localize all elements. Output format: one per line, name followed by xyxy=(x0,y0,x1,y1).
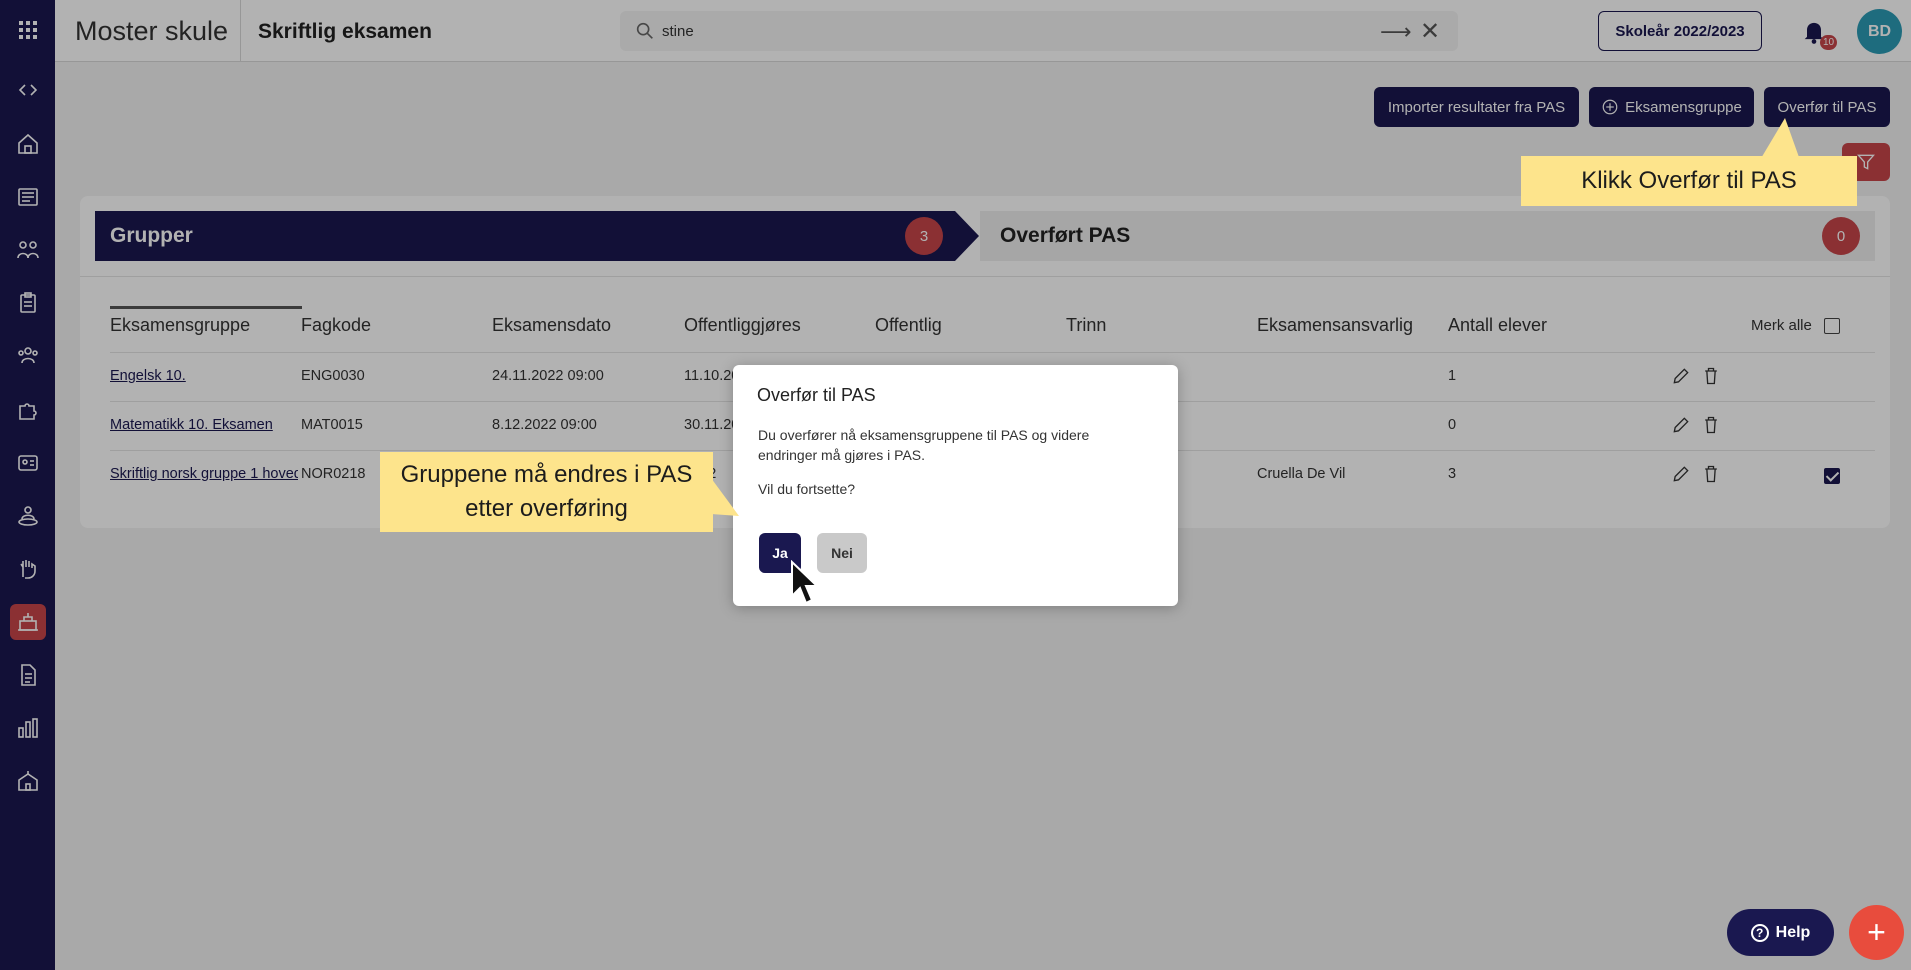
callout-tail xyxy=(711,478,739,516)
no-button[interactable]: Nei xyxy=(817,533,867,573)
dialog-question: Vil du fortsette? xyxy=(758,481,856,497)
add-button[interactable]: + xyxy=(1849,905,1904,960)
dialog-message: Du overfører nå eksamensgruppene til PAS… xyxy=(758,427,1090,463)
mouse-cursor-icon xyxy=(791,560,820,605)
callout-groups-hint-line2: etter overføring xyxy=(465,495,628,522)
question-icon: ? xyxy=(1750,923,1769,942)
callout-transfer-hint: Klikk Overfør til PAS xyxy=(1521,156,1857,206)
callout-groups-hint-line1: Gruppene må endres i PAS xyxy=(400,461,693,488)
help-button[interactable]: ? Help xyxy=(1727,909,1834,956)
help-label: Help xyxy=(1775,923,1811,941)
callout-tail xyxy=(1760,118,1800,160)
dialog-title: Overfør til PAS xyxy=(757,385,876,405)
callout-groups-hint: Gruppene må endres i PAS etter overførin… xyxy=(380,452,713,532)
